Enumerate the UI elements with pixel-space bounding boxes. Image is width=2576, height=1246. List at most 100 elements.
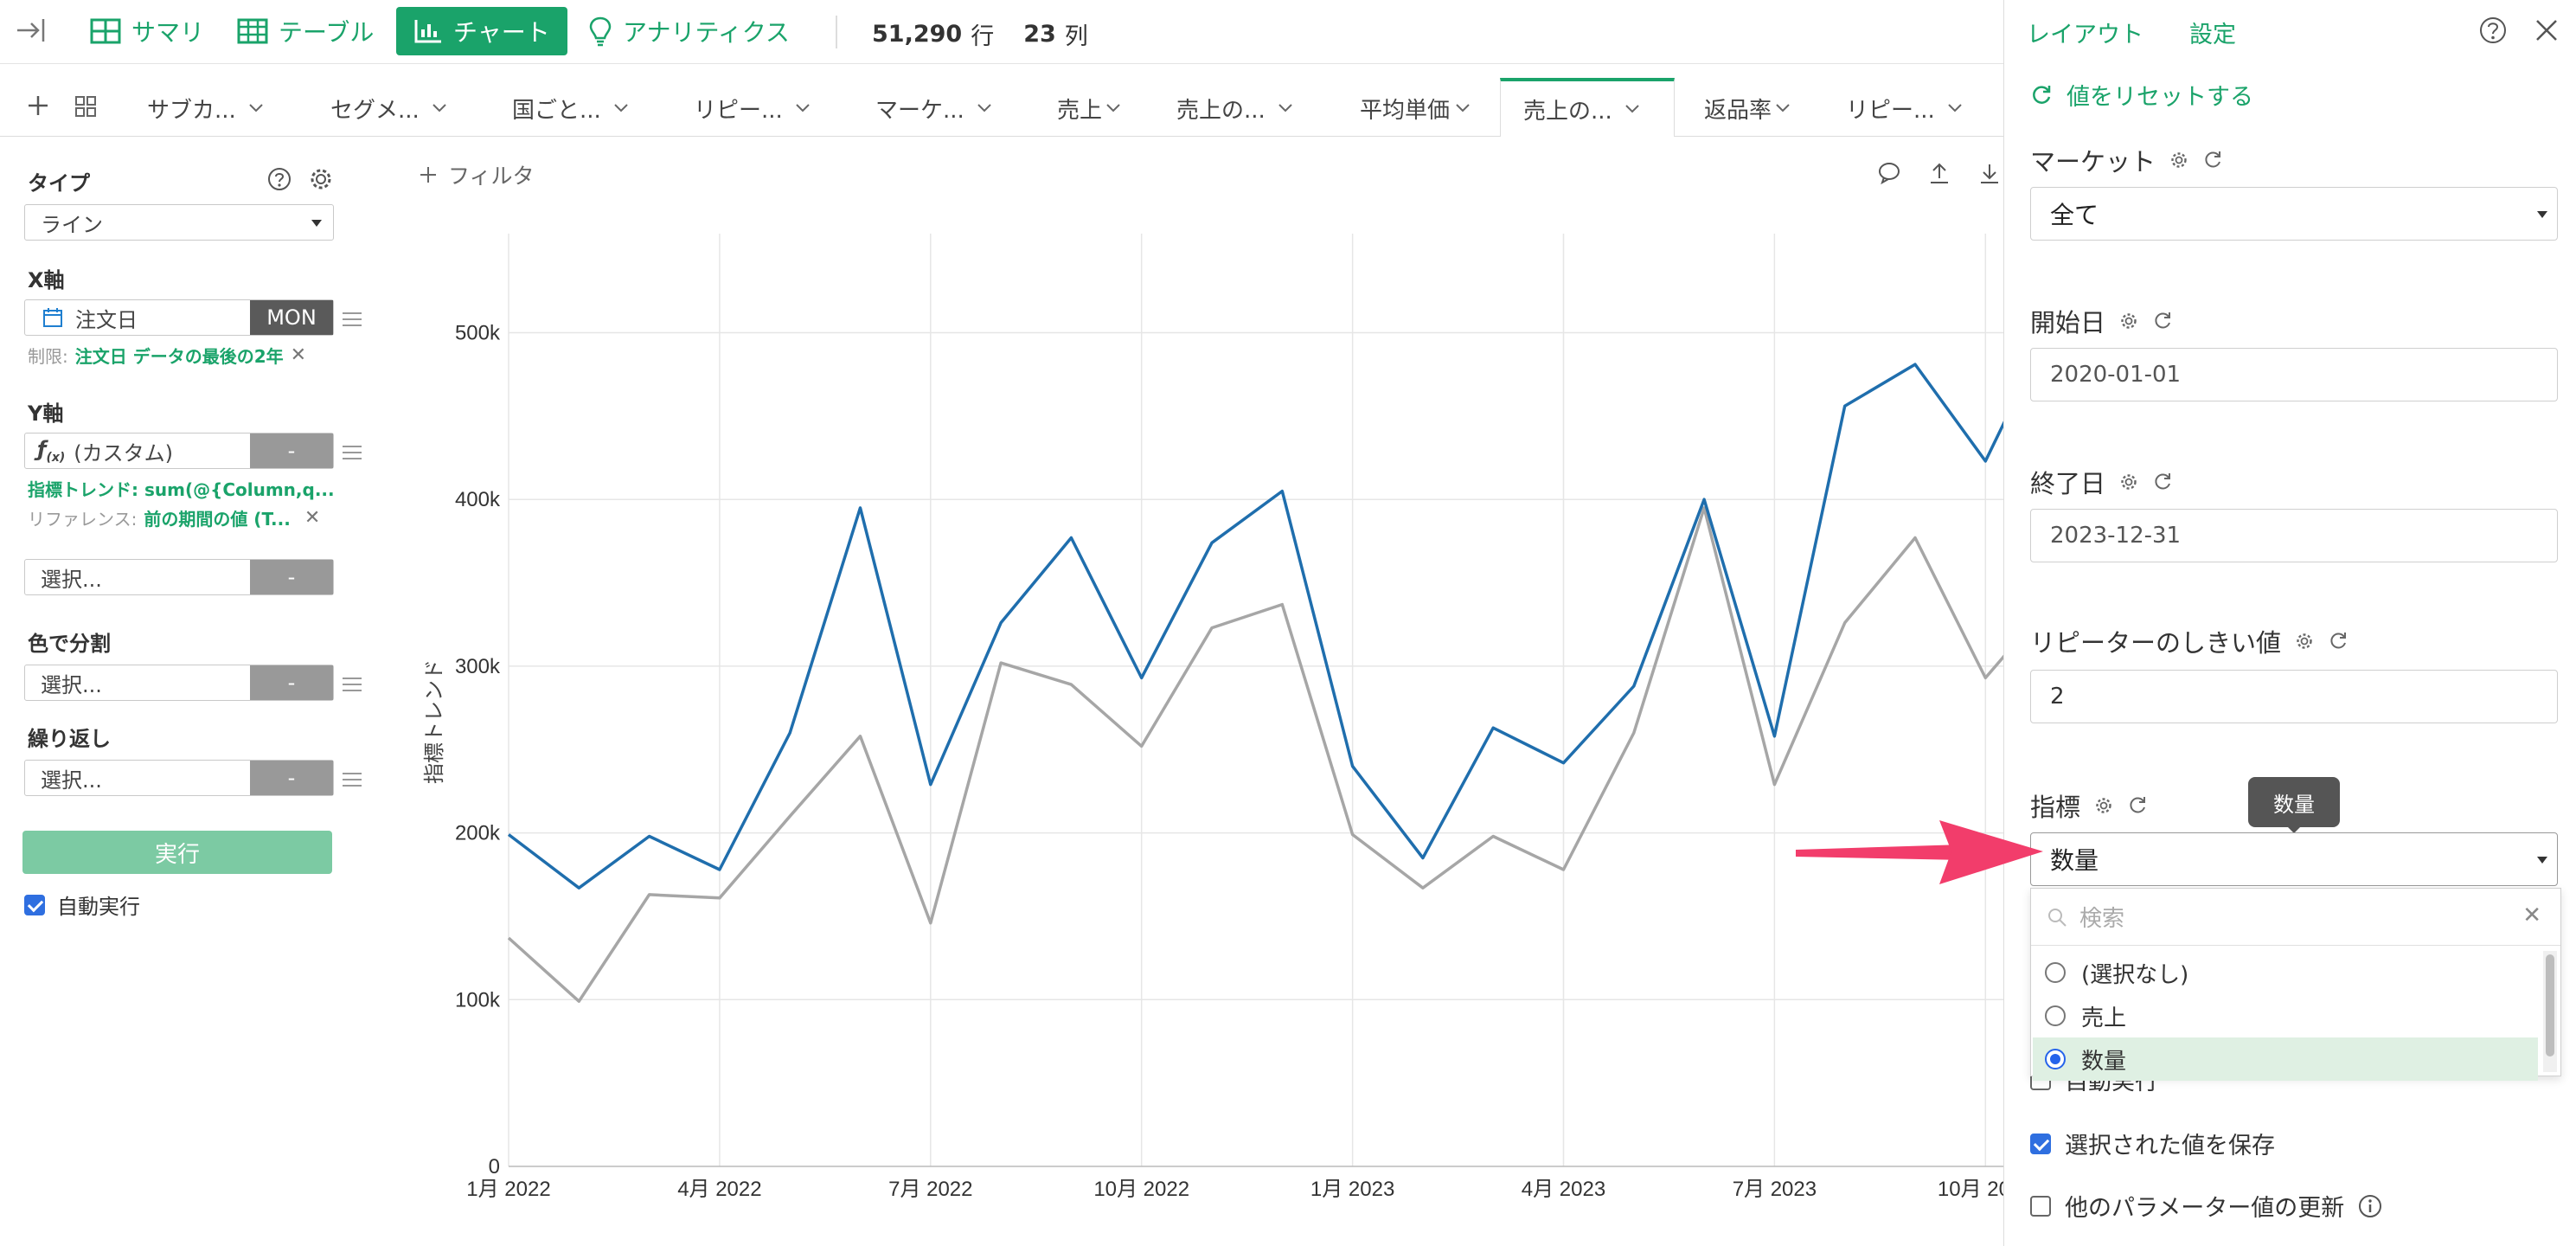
color-split-menu-icon[interactable] [343, 673, 362, 696]
x-axis-unit-button[interactable]: MON [250, 300, 333, 335]
tab-layout[interactable]: レイアウト [2027, 16, 2143, 49]
refresh-icon[interactable] [2152, 472, 2173, 492]
update-others-label: 他のパラメーター値の更新 [2065, 1195, 2345, 1222]
tab-sales-3-active[interactable]: 売上の... [1500, 78, 1675, 137]
repeat-select[interactable]: 選択... - [24, 760, 334, 796]
threshold-input[interactable]: 2 [2030, 670, 2558, 723]
table-button[interactable]: テーブル [220, 7, 391, 55]
end-date-input[interactable]: 2023-12-31 [2030, 509, 2558, 562]
filter-button[interactable]: フィルタ [419, 159, 535, 190]
auto-run-checkbox[interactable] [24, 894, 45, 915]
market-select[interactable]: 全て [2030, 187, 2558, 241]
x-axis-field[interactable]: 注文日 MON [24, 299, 334, 336]
color-split-select[interactable]: 選択... - [24, 665, 334, 701]
y-axis-extra-select[interactable]: 選択... - [24, 559, 334, 595]
chevron-down-icon [796, 104, 810, 112]
market-param: マーケット [2030, 142, 2223, 178]
chevron-down-icon [614, 104, 628, 112]
tab-repeater[interactable]: リピー... [694, 80, 811, 137]
y-axis-extra-agg[interactable]: - [250, 560, 333, 594]
y-axis-menu-icon[interactable] [343, 441, 362, 464]
color-split-agg[interactable]: - [250, 665, 333, 700]
tab-sales[interactable]: 売上 [1057, 80, 1121, 137]
reset-values-button[interactable]: 値をリセットする [2030, 78, 2253, 112]
gear-icon[interactable] [2119, 472, 2138, 491]
y-tick-label: 400k [455, 488, 501, 511]
help-icon[interactable] [266, 166, 292, 192]
gear-icon[interactable] [2169, 151, 2188, 170]
parameters-panel: レイアウト 設定 値をリセットする マーケット 全て 開始日 2020-01-0… [2003, 0, 2576, 1246]
start-date-param: 開始日 [2030, 303, 2173, 339]
x-tick-label: 7月 2022 [888, 1178, 972, 1201]
download-icon[interactable] [1977, 161, 2002, 185]
select-placeholder: 選択... [41, 768, 102, 793]
dropdown-search[interactable]: 検索 ✕ [2031, 889, 2560, 946]
x-axis-limit: 制限: 注文日 データの最後の2年 ✕ [28, 343, 306, 368]
refresh-icon[interactable] [2202, 150, 2223, 170]
x-axis-menu-icon[interactable] [343, 308, 362, 331]
gear-icon[interactable] [2119, 312, 2138, 331]
remove-limit-icon[interactable]: ✕ [291, 344, 306, 366]
chevron-down-icon [1278, 104, 1292, 112]
table-label: テーブル [279, 18, 375, 47]
tab-grid-icon[interactable] [74, 95, 97, 118]
gear-icon[interactable] [2295, 632, 2314, 651]
search-icon [2048, 908, 2067, 927]
caret-down-icon [311, 220, 322, 227]
refresh-icon[interactable] [2152, 311, 2173, 331]
y-axis-field-name: (カスタム) [74, 440, 174, 466]
tab-settings[interactable]: 設定 [2189, 16, 2236, 49]
help-icon[interactable] [2478, 16, 2508, 45]
tab-repeater-2[interactable]: リピー... [1846, 80, 1963, 137]
tab-label: リピー... [694, 97, 783, 124]
add-tab-icon[interactable] [26, 93, 50, 118]
dropdown-scrollbar[interactable] [2543, 951, 2557, 1072]
analytics-button[interactable]: アナリティクス [571, 7, 807, 55]
tab-subcategory[interactable]: サブカ... [147, 80, 264, 137]
refresh-icon[interactable] [2127, 795, 2148, 816]
clear-search-icon[interactable]: ✕ [2522, 902, 2541, 928]
tab-average-price[interactable]: 平均単価 [1360, 80, 1471, 137]
y-axis-agg-button[interactable]: - [250, 434, 333, 468]
gear-icon[interactable] [2094, 796, 2113, 815]
save-selected-checkbox[interactable] [2030, 1133, 2051, 1154]
tab-market[interactable]: マーケ... [875, 80, 992, 137]
update-others-checkbox[interactable] [2030, 1195, 2051, 1217]
option-sales[interactable]: 売上 [2033, 994, 2538, 1037]
refresh-icon[interactable] [2328, 631, 2349, 652]
comment-icon[interactable] [1877, 161, 1901, 185]
collapse-sidebar-icon[interactable] [14, 16, 48, 45]
y-axis-field[interactable]: ƒ(x) (カスタム) - [24, 433, 334, 469]
y-tick-label: 200k [455, 822, 501, 845]
upload-icon[interactable] [1927, 161, 1951, 185]
gear-icon[interactable] [308, 166, 334, 192]
chart-type-select[interactable]: ライン [24, 204, 334, 241]
tab-return-rate[interactable]: 返品率 [1704, 80, 1791, 137]
run-button[interactable]: 実行 [22, 831, 332, 874]
x-tick-label: 10月 2023 [1938, 1178, 2003, 1201]
reference-text[interactable]: 前の期間の値 (T... [144, 505, 291, 530]
plus-icon [420, 167, 436, 183]
tab-by-country[interactable]: 国ごと... [512, 80, 629, 137]
metric-trend-text[interactable]: 指標トレンド: sum(@{Column,q... [28, 476, 335, 501]
tab-segment[interactable]: セグメ... [330, 80, 447, 137]
limit-text[interactable]: 注文日 データの最後の2年 [75, 343, 284, 368]
close-icon[interactable] [2534, 17, 2560, 43]
option-quantity-selected[interactable]: 数量 [2033, 1037, 2538, 1081]
scrollbar-thumb[interactable] [2546, 954, 2554, 1057]
repeat-agg[interactable]: - [250, 761, 333, 795]
info-icon[interactable] [2358, 1194, 2382, 1218]
start-date-input[interactable]: 2020-01-01 [2030, 348, 2558, 401]
repeat-menu-icon[interactable] [343, 768, 362, 791]
tab-sales-2[interactable]: 売上の... [1176, 80, 1293, 137]
tab-label: 売上の... [1176, 97, 1266, 124]
select-placeholder: 選択... [41, 567, 102, 592]
option-none[interactable]: (選択なし) [2033, 951, 2538, 994]
chart-type-value: ライン [41, 212, 103, 237]
remove-reference-icon[interactable]: ✕ [304, 507, 320, 529]
summary-button[interactable]: サマリ [73, 7, 221, 55]
radio-icon [2045, 1005, 2066, 1026]
cols-count: 23 [1023, 21, 1056, 48]
metric-select[interactable]: 数量 [2030, 832, 2558, 886]
chart-button[interactable]: チャート [396, 7, 567, 55]
